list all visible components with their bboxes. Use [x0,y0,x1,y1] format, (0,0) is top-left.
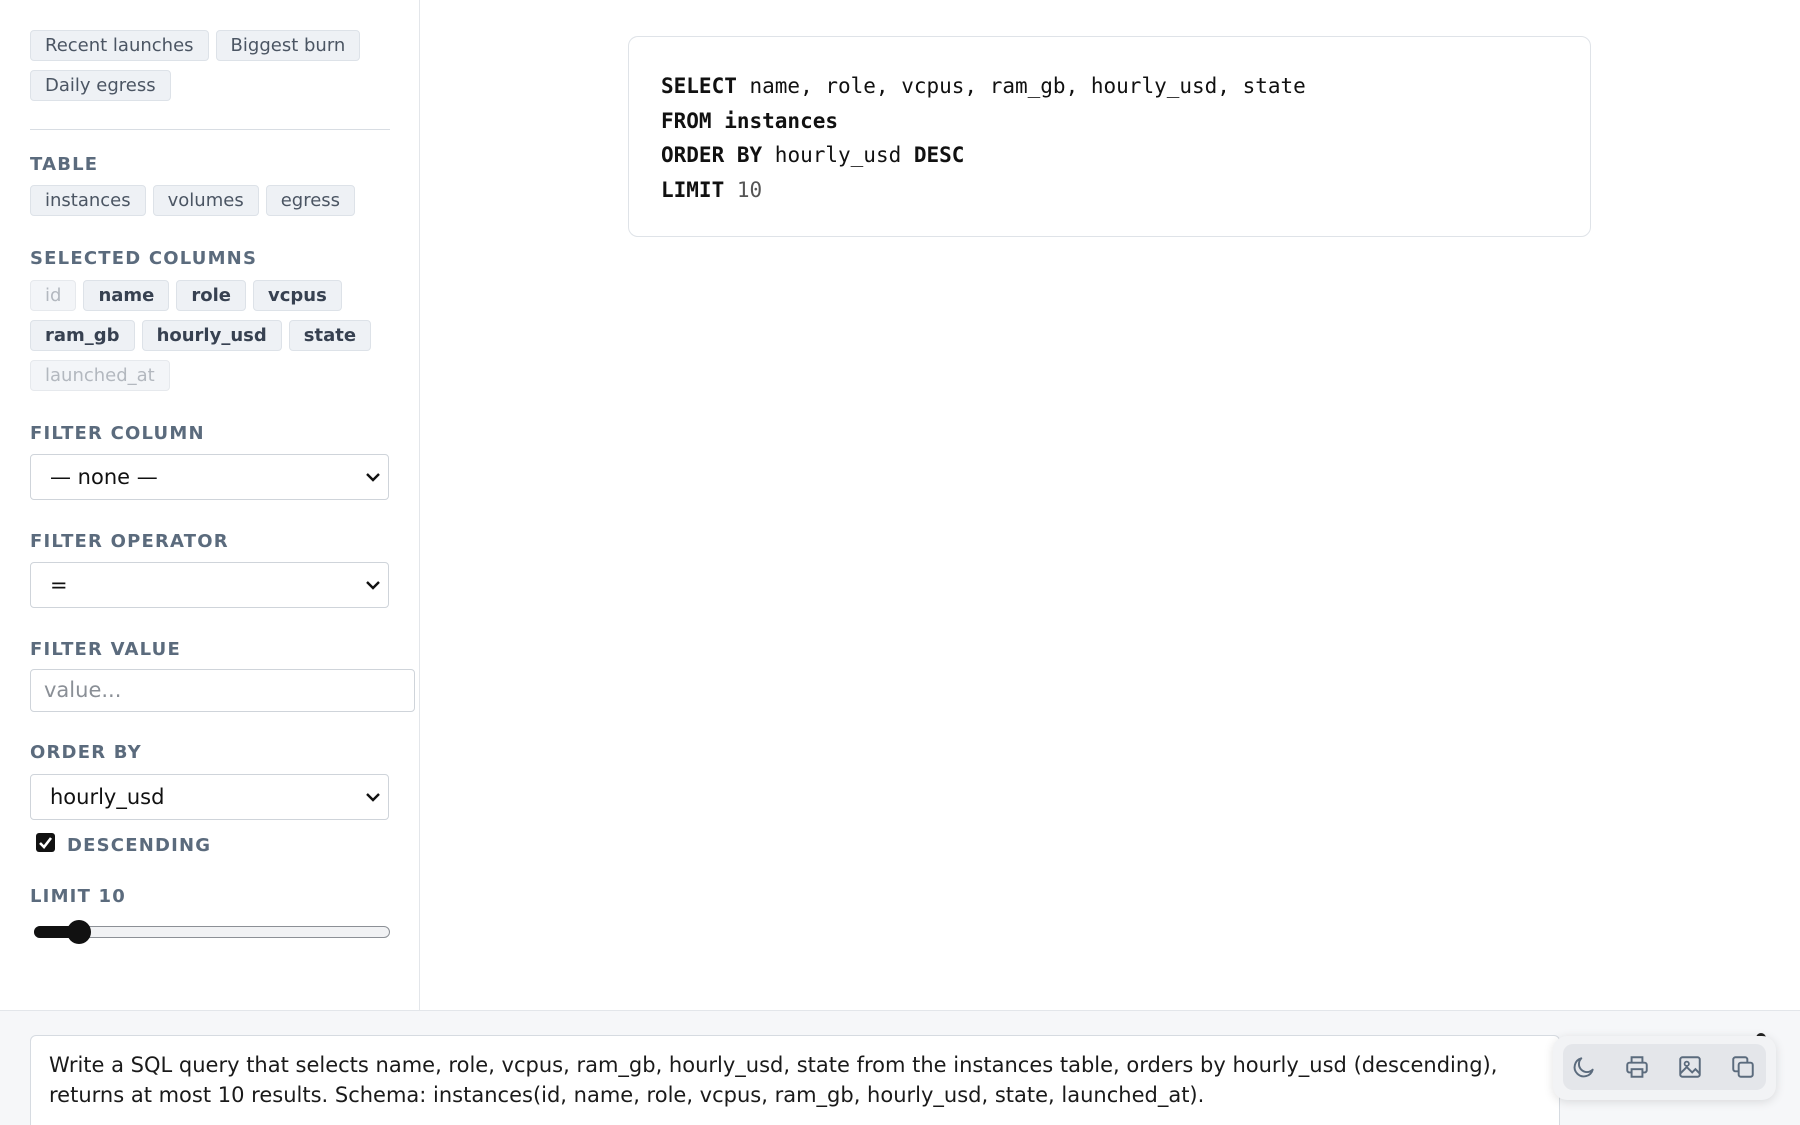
printer-icon[interactable] [1615,1044,1659,1090]
sql-line-select: SELECT name, role, vcpus, ram_gb, hourly… [661,69,1590,104]
column-chip-launched-at[interactable]: launched_at [30,360,170,391]
copy-icon[interactable] [1721,1044,1765,1090]
preset-biggest-burn[interactable]: Biggest burn [215,30,361,61]
table-option-volumes[interactable]: volumes [152,185,259,216]
sql-keyword: FROM instances [661,108,839,133]
limit-label: LIMIT 10 [30,886,126,907]
filter-operator-label: FILTER OPERATOR [30,531,229,552]
sidebar-divider [30,129,390,130]
sql-columns: name, role, vcpus, ram_gb, hourly_usd, s… [736,74,1306,98]
sql-keyword: SELECT [661,74,737,98]
column-chips: id name role vcpus ram_gb hourly_usd sta… [30,280,390,391]
filter-value-label: FILTER VALUE [30,639,181,660]
table-label: TABLE [30,154,99,175]
column-chip-vcpus[interactable]: vcpus [253,280,342,311]
sql-line-from: FROM instances [661,104,1590,139]
sql-line-limit: LIMIT 10 [661,173,1590,208]
filter-value-placeholder: value... [44,678,122,702]
chevron-down-icon [366,793,380,802]
sql-keyword: LIMIT [661,177,725,202]
filter-column-value: — none — [50,465,158,489]
table-option-instances[interactable]: instances [30,185,146,216]
order-by-label: ORDER BY [30,742,142,763]
column-chip-name[interactable]: name [83,280,170,311]
filter-value-input[interactable]: value... [30,669,415,712]
descending-checkbox[interactable] [36,833,55,852]
query-builder-sidebar: Recent launches Biggest burn Daily egres… [0,0,420,1011]
chevron-down-icon [366,473,380,482]
limit-slider-thumb[interactable] [67,920,92,944]
column-chip-id[interactable]: id [30,280,77,311]
table-option-egress[interactable]: egress [265,185,356,216]
filter-column-label: FILTER COLUMN [30,423,205,444]
image-icon[interactable] [1668,1044,1712,1090]
checkmark-icon [39,837,53,849]
order-by-select[interactable]: hourly_usd [30,774,389,820]
chevron-down-icon [366,581,380,590]
selected-columns-label: SELECTED COLUMNS [30,248,258,269]
preset-chips: Recent launches Biggest burn Daily egres… [30,30,390,101]
column-chip-hourly-usd[interactable]: hourly_usd [141,320,282,351]
order-by-value: hourly_usd [50,785,165,809]
prompt-text: Write a SQL query that selects name, rol… [49,1053,1498,1107]
preset-recent-launches[interactable]: Recent launches [30,30,209,61]
column-chip-role[interactable]: role [176,280,246,311]
sql-keyword: ORDER BY [661,143,763,167]
sql-limit-number: 10 [724,177,763,202]
floating-toolbar [1553,1036,1776,1100]
sql-preview: SELECT name, role, vcpus, ram_gb, hourly… [628,36,1591,237]
moon-icon[interactable] [1562,1044,1606,1090]
prompt-text-area[interactable]: Write a SQL query that selects name, rol… [30,1035,1560,1125]
preset-daily-egress[interactable]: Daily egress [30,70,171,101]
sql-keyword: DESC [913,143,965,167]
table-chips: instances volumes egress [30,185,390,216]
filter-column-select[interactable]: — none — [30,454,389,500]
column-chip-ram-gb[interactable]: ram_gb [30,320,135,351]
filter-operator-value: = [50,573,68,597]
column-chip-state[interactable]: state [288,320,372,351]
sql-line-order: ORDER BY hourly_usd DESC [661,138,1590,173]
filter-operator-select[interactable]: = [30,562,389,608]
descending-label: DESCENDING [67,835,212,856]
sql-order-column: hourly_usd [762,143,914,167]
